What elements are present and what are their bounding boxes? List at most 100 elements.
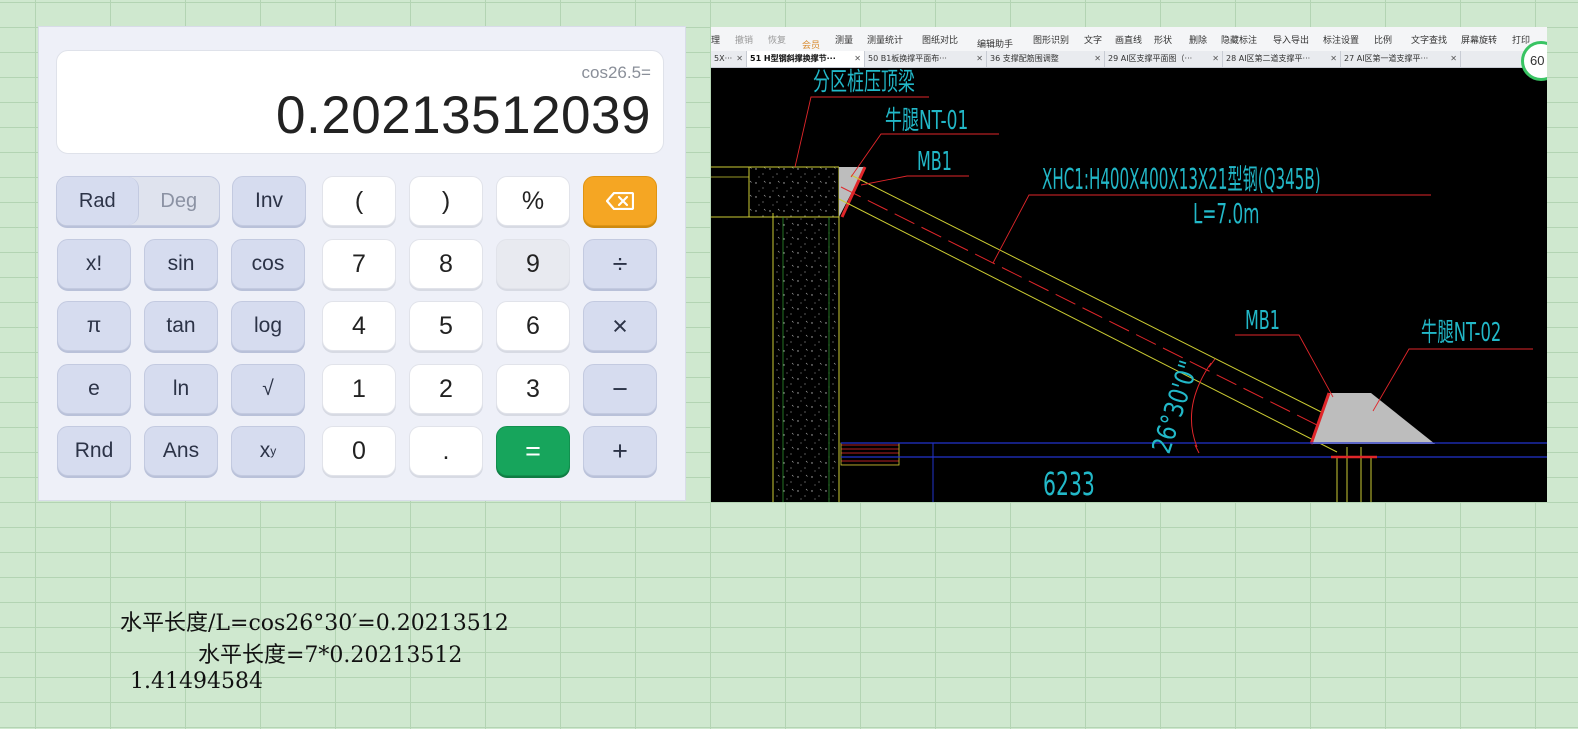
divide-button[interactable]: ÷: [583, 239, 657, 289]
equals-button[interactable]: =: [496, 426, 570, 476]
menu-undo[interactable]: 撤销: [735, 33, 753, 46]
note-line-2: 水平长度=7*0.20213512: [198, 643, 463, 668]
backspace-icon: [606, 192, 634, 210]
menu-hide-dim[interactable]: 隐藏标注: [1221, 33, 1257, 46]
menu-delete[interactable]: 删除: [1189, 33, 1207, 46]
multiply-button[interactable]: ×: [583, 301, 657, 351]
percent-button[interactable]: %: [496, 176, 570, 226]
expression-readout: cos26.5=: [581, 63, 651, 82]
menu-dim-settings[interactable]: 标注设置: [1323, 33, 1359, 46]
menu-print[interactable]: 打印: [1512, 33, 1530, 46]
log-button[interactable]: log: [231, 301, 305, 351]
note-line-3: 1.41494584: [130, 669, 263, 694]
menu-compare[interactable]: 图纸对比: [922, 33, 958, 46]
tab-drawing-50[interactable]: 50 B1板换撑平面布··· ✕: [865, 51, 987, 67]
ln-button[interactable]: ln: [144, 364, 218, 414]
cos-button[interactable]: cos: [231, 239, 305, 289]
tab-drawing-27[interactable]: 27 AI区第一道支撑平··· ✕: [1341, 51, 1461, 67]
tan-button[interactable]: tan: [144, 301, 218, 351]
digit-1-button[interactable]: 1: [322, 364, 396, 414]
tab-drawing-0[interactable]: 5X··· ✕: [711, 51, 747, 67]
label-length: L=7.0m: [1193, 199, 1259, 230]
slab-section: [840, 442, 900, 466]
menu-scale[interactable]: 比例: [1374, 33, 1392, 46]
menu-member[interactable]: 会员: [802, 38, 820, 51]
backspace-button[interactable]: [583, 176, 657, 226]
digit-8-button[interactable]: 8: [409, 239, 483, 289]
close-icon[interactable]: ✕: [854, 51, 861, 67]
menu-item-m0[interactable]: 理: [711, 33, 720, 46]
label-zone-beam: 分区桩压顶梁: [813, 68, 915, 97]
menu-import-export[interactable]: 导入导出: [1273, 33, 1309, 46]
digit-6-button[interactable]: 6: [496, 301, 570, 351]
pi-button[interactable]: π: [57, 301, 131, 351]
e-button[interactable]: e: [57, 364, 131, 414]
plus-button[interactable]: +: [583, 426, 657, 476]
menu-line[interactable]: 画直线: [1115, 33, 1142, 46]
top-beam-section: [749, 167, 839, 217]
leader-corbel2: [1372, 348, 1533, 412]
digit-7-button[interactable]: 7: [322, 239, 396, 289]
menu-edit-helper[interactable]: 编辑助手: [977, 37, 1013, 50]
decimal-button[interactable]: .: [409, 426, 483, 476]
power-exponent: y: [270, 444, 277, 458]
power-button[interactable]: xy: [231, 426, 305, 476]
menu-screen-rotate[interactable]: 屏幕旋转: [1461, 33, 1497, 46]
digit-0-button[interactable]: 0: [322, 426, 396, 476]
digit-5-button[interactable]: 5: [409, 301, 483, 351]
tab-label: 5X···: [714, 54, 733, 63]
menu-text-find[interactable]: 文字查找: [1411, 33, 1447, 46]
open-paren-button[interactable]: (: [322, 176, 396, 226]
menu-shape-recog[interactable]: 图形识别: [1033, 33, 1069, 46]
tab-label: 29 AI区支撑平面图（···: [1108, 54, 1193, 63]
close-icon[interactable]: ✕: [976, 51, 983, 67]
close-icon[interactable]: ✕: [1212, 51, 1219, 67]
close-icon[interactable]: ✕: [736, 51, 743, 67]
deg-button[interactable]: Deg: [139, 177, 220, 225]
menu-measure-stats[interactable]: 测量统计: [867, 33, 903, 46]
label-corbel-nt01: 牛腿NT-01: [885, 107, 968, 137]
calculator-display: cos26.5= 0.20213512039: [56, 50, 664, 154]
corbel-nt02-shape: [1311, 393, 1435, 444]
inv-button[interactable]: Inv: [232, 176, 306, 226]
close-icon[interactable]: ✕: [1094, 51, 1101, 67]
power-base: x: [259, 439, 271, 462]
rnd-button[interactable]: Rnd: [57, 426, 131, 476]
angle-mode-toggle[interactable]: Rad Deg: [56, 176, 220, 226]
minus-button[interactable]: −: [583, 364, 657, 414]
digit-3-button[interactable]: 3: [496, 364, 570, 414]
menu-redo[interactable]: 恢复: [768, 33, 786, 46]
factorial-button[interactable]: x!: [57, 239, 131, 289]
cad-toolbar: 理 撤销 恢复 会员 测量 测量统计 图纸对比 编辑助手 图形识别 文字 画直线…: [711, 27, 1547, 51]
digit-9-button[interactable]: 9: [496, 239, 570, 289]
leader-mb1-bottom: [1235, 334, 1334, 398]
sqrt-button[interactable]: √: [231, 364, 305, 414]
calculator-window: cos26.5= 0.20213512039 Rad Deg Inv ( ) %…: [38, 26, 686, 501]
result-readout: 0.20213512039: [276, 86, 651, 145]
label-angle: 26°30'0": [1146, 357, 1205, 457]
note-line-1: 水平长度/L=cos26°30′=0.20213512: [120, 611, 509, 636]
digit-4-button[interactable]: 4: [322, 301, 396, 351]
rad-button[interactable]: Rad: [57, 177, 139, 225]
drawing-tabs: 5X··· ✕ 51 H型钢斜撑换撑节··· ✕ 50 B1板换撑平面布··· ✕ 3…: [711, 51, 1547, 68]
tab-label: 50 B1板换撑平面布···: [868, 54, 947, 63]
tab-drawing-36[interactable]: 36 支撑配筋围调整 ✕: [987, 51, 1105, 67]
ans-button[interactable]: Ans: [144, 426, 218, 476]
menu-measure[interactable]: 测量: [835, 33, 853, 46]
label-mb1-bottom: MB1: [1245, 306, 1280, 336]
tab-drawing-28[interactable]: 28 AI区第二道支撑平··· ✕: [1223, 51, 1341, 67]
close-paren-button[interactable]: ): [409, 176, 483, 226]
menu-text[interactable]: 文字: [1084, 33, 1102, 46]
tab-label: 51 H型钢斜撑换撑节···: [750, 54, 836, 63]
close-icon[interactable]: ✕: [1330, 51, 1337, 67]
label-corbel-nt02: 牛腿NT-02: [1421, 318, 1501, 348]
label-dimension: 6233: [1043, 466, 1095, 502]
digit-2-button[interactable]: 2: [409, 364, 483, 414]
menu-shape[interactable]: 形状: [1154, 33, 1172, 46]
tab-drawing-29[interactable]: 29 AI区支撑平面图（··· ✕: [1105, 51, 1223, 67]
close-icon[interactable]: ✕: [1450, 51, 1457, 67]
cad-drawing: 分区桩压顶梁 牛腿NT-01 MB1 XHC1:H400X400X13X21型钢…: [711, 68, 1547, 502]
leader-mb1-top: [860, 175, 969, 186]
tab-drawing-51[interactable]: 51 H型钢斜撑换撑节··· ✕: [747, 51, 865, 67]
sin-button[interactable]: sin: [144, 239, 218, 289]
